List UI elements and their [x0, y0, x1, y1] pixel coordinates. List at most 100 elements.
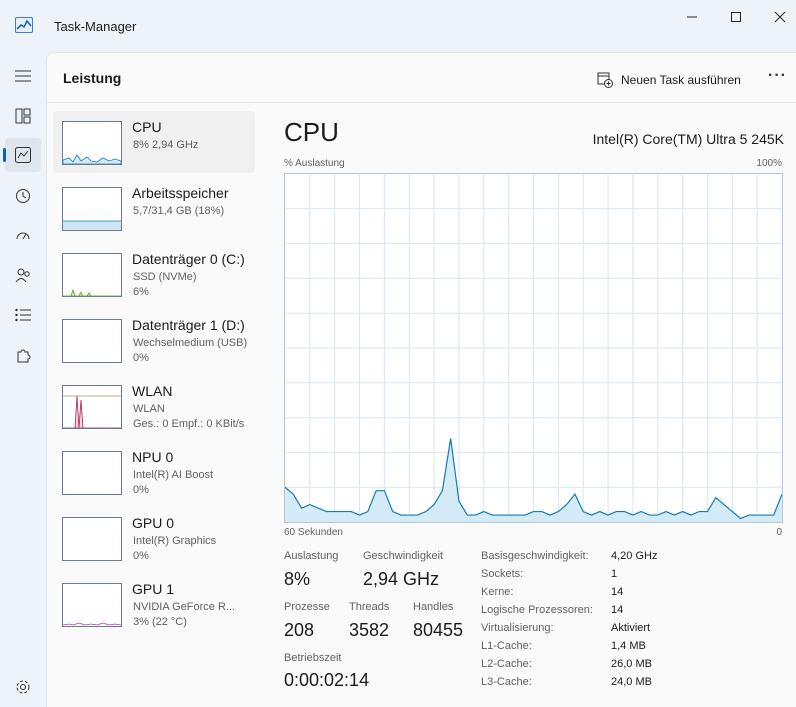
spec-label: L1-Cache:: [481, 640, 532, 652]
page-title: Leistung: [63, 70, 121, 86]
uptime-value: 0:00:02:14: [284, 670, 369, 691]
spec-value: 1,4 MB: [611, 640, 646, 652]
speedometer-icon: [15, 227, 31, 243]
users-icon: [15, 267, 31, 283]
task-manager-icon: [15, 17, 33, 33]
header-divider: [47, 102, 796, 103]
nav-settings[interactable]: [5, 670, 41, 704]
perf-item-disk-0[interactable]: Datenträger 0 (C:) SSD (NVMe) 6%: [53, 243, 255, 305]
nav-users[interactable]: [5, 258, 41, 292]
disk-0-thumbnail-graph: [62, 253, 122, 297]
memory-thumbnail-graph: [62, 187, 122, 231]
perf-item-name: GPU 1: [132, 581, 174, 597]
perf-item-detail: 8% 2,94 GHz: [133, 139, 198, 151]
perf-item-cpu[interactable]: CPU 8% 2,94 GHz: [53, 111, 255, 173]
performance-icon: [15, 147, 31, 163]
wlan-thumbnail-graph: [62, 385, 122, 429]
uptime-label: Betriebszeit: [284, 652, 341, 664]
spec-label: Logische Prozessoren:: [481, 604, 593, 616]
perf-item-detail: Wechselmedium (USB): [133, 337, 247, 349]
utilization-value: 8%: [284, 569, 310, 590]
perf-item-detail-2: 3% (22 °C): [133, 616, 187, 628]
graph-y-label: % Auslastung: [284, 158, 345, 169]
run-new-task-label: Neuen Task ausführen: [621, 73, 741, 87]
spec-value: 4,20 GHz: [611, 550, 657, 562]
perf-item-memory[interactable]: Arbeitsspeicher 5,7/31,4 GB (18%): [53, 177, 255, 239]
perf-item-detail: WLAN: [133, 403, 165, 415]
nav-performance[interactable]: [5, 138, 41, 172]
details-list-icon: [15, 308, 31, 322]
spec-value: 1: [611, 568, 617, 580]
perf-item-detail: SSD (NVMe): [133, 271, 197, 283]
nav-startup-apps[interactable]: [5, 218, 41, 252]
more-options-button[interactable]: ···: [768, 67, 787, 85]
perf-item-name: NPU 0: [132, 449, 173, 465]
nav-app-history[interactable]: [5, 179, 41, 213]
processes-icon: [15, 108, 31, 124]
perf-item-detail: 5,7/31,4 GB (18%): [133, 205, 224, 217]
processes-value: 208: [284, 620, 314, 641]
window-title: Task-Manager: [54, 19, 136, 34]
minimize-button[interactable]: [674, 8, 710, 26]
utilization-label: Auslastung: [284, 550, 338, 562]
gpu-1-thumbnail-graph: [62, 583, 122, 627]
perf-item-disk-1[interactable]: Datenträger 1 (D:) Wechselmedium (USB) 0…: [53, 309, 255, 371]
perf-item-detail-2: 0%: [133, 484, 149, 496]
nav-services[interactable]: [5, 338, 41, 372]
maximize-button[interactable]: [718, 8, 754, 26]
speed-value: 2,94 GHz: [363, 569, 439, 590]
handles-value: 80455: [413, 620, 463, 641]
close-button[interactable]: [762, 8, 796, 26]
spec-label: L3-Cache:: [481, 676, 532, 688]
new-task-icon: [597, 72, 613, 88]
history-icon: [15, 188, 31, 204]
spec-value: 14: [611, 604, 623, 616]
spec-label: Sockets:: [481, 568, 523, 580]
graph-x-min: 0: [776, 527, 782, 538]
main-content: Leistung Neuen Task ausführen ··· CPU 8%…: [46, 52, 796, 707]
perf-item-detail: Intel(R) Graphics: [133, 535, 216, 547]
perf-item-name: GPU 0: [132, 515, 174, 531]
perf-item-gpu-1[interactable]: GPU 1 NVIDIA GeForce R... 3% (22 °C): [53, 573, 255, 635]
nav-details[interactable]: [5, 298, 41, 332]
spec-label: Basisgeschwindigkeit:: [481, 550, 589, 562]
title-bar: Task-Manager: [0, 0, 796, 52]
threads-value: 3582: [349, 620, 389, 641]
spec-value: 14: [611, 586, 623, 598]
perf-item-detail-2: 6%: [133, 286, 149, 298]
perf-item-name: WLAN: [132, 383, 172, 399]
spec-value: Aktiviert: [611, 622, 650, 634]
perf-item-gpu-0[interactable]: GPU 0 Intel(R) Graphics 0%: [53, 507, 255, 569]
perf-item-name: Datenträger 0 (C:): [132, 251, 245, 267]
npu-0-thumbnail-graph: [62, 451, 122, 495]
processes-label: Prozesse: [284, 601, 330, 613]
navigation-rail: [0, 52, 46, 706]
perf-item-name: Datenträger 1 (D:): [132, 317, 245, 333]
perf-item-npu-0[interactable]: NPU 0 Intel(R) AI Boost 0%: [53, 441, 255, 503]
spec-label: Virtualisierung:: [481, 622, 554, 634]
disk-1-thumbnail-graph: [62, 319, 122, 363]
cpu-thumbnail-graph: [62, 121, 122, 165]
perf-item-name: Arbeitsspeicher: [132, 185, 229, 201]
graph-y-max: 100%: [756, 158, 782, 169]
run-new-task-button[interactable]: Neuen Task ausführen: [597, 69, 741, 91]
nav-processes[interactable]: [5, 99, 41, 133]
graph-x-label: 60 Sekunden: [284, 527, 343, 538]
hamburger-icon: [15, 69, 31, 83]
perf-item-detail: NVIDIA GeForce R...: [133, 601, 235, 613]
cpu-utilization-graph: [284, 173, 783, 523]
maximize-icon: [730, 11, 742, 23]
spec-value: 26,0 MB: [611, 658, 652, 670]
close-icon: [774, 11, 786, 23]
hamburger-menu-button[interactable]: [5, 59, 41, 93]
spec-label: Kerne:: [481, 586, 513, 598]
speed-label: Geschwindigkeit: [363, 550, 443, 562]
gear-icon: [15, 679, 31, 695]
spec-value: 24,0 MB: [611, 676, 652, 688]
perf-item-detail-2: 0%: [133, 352, 149, 364]
perf-item-detail-2: 0%: [133, 550, 149, 562]
handles-label: Handles: [413, 601, 453, 613]
detail-title: CPU: [284, 117, 339, 148]
cpu-utilization-chart: [285, 174, 782, 522]
perf-item-wlan[interactable]: WLAN WLAN Ges.: 0 Empf.: 0 KBit/s: [53, 375, 255, 437]
